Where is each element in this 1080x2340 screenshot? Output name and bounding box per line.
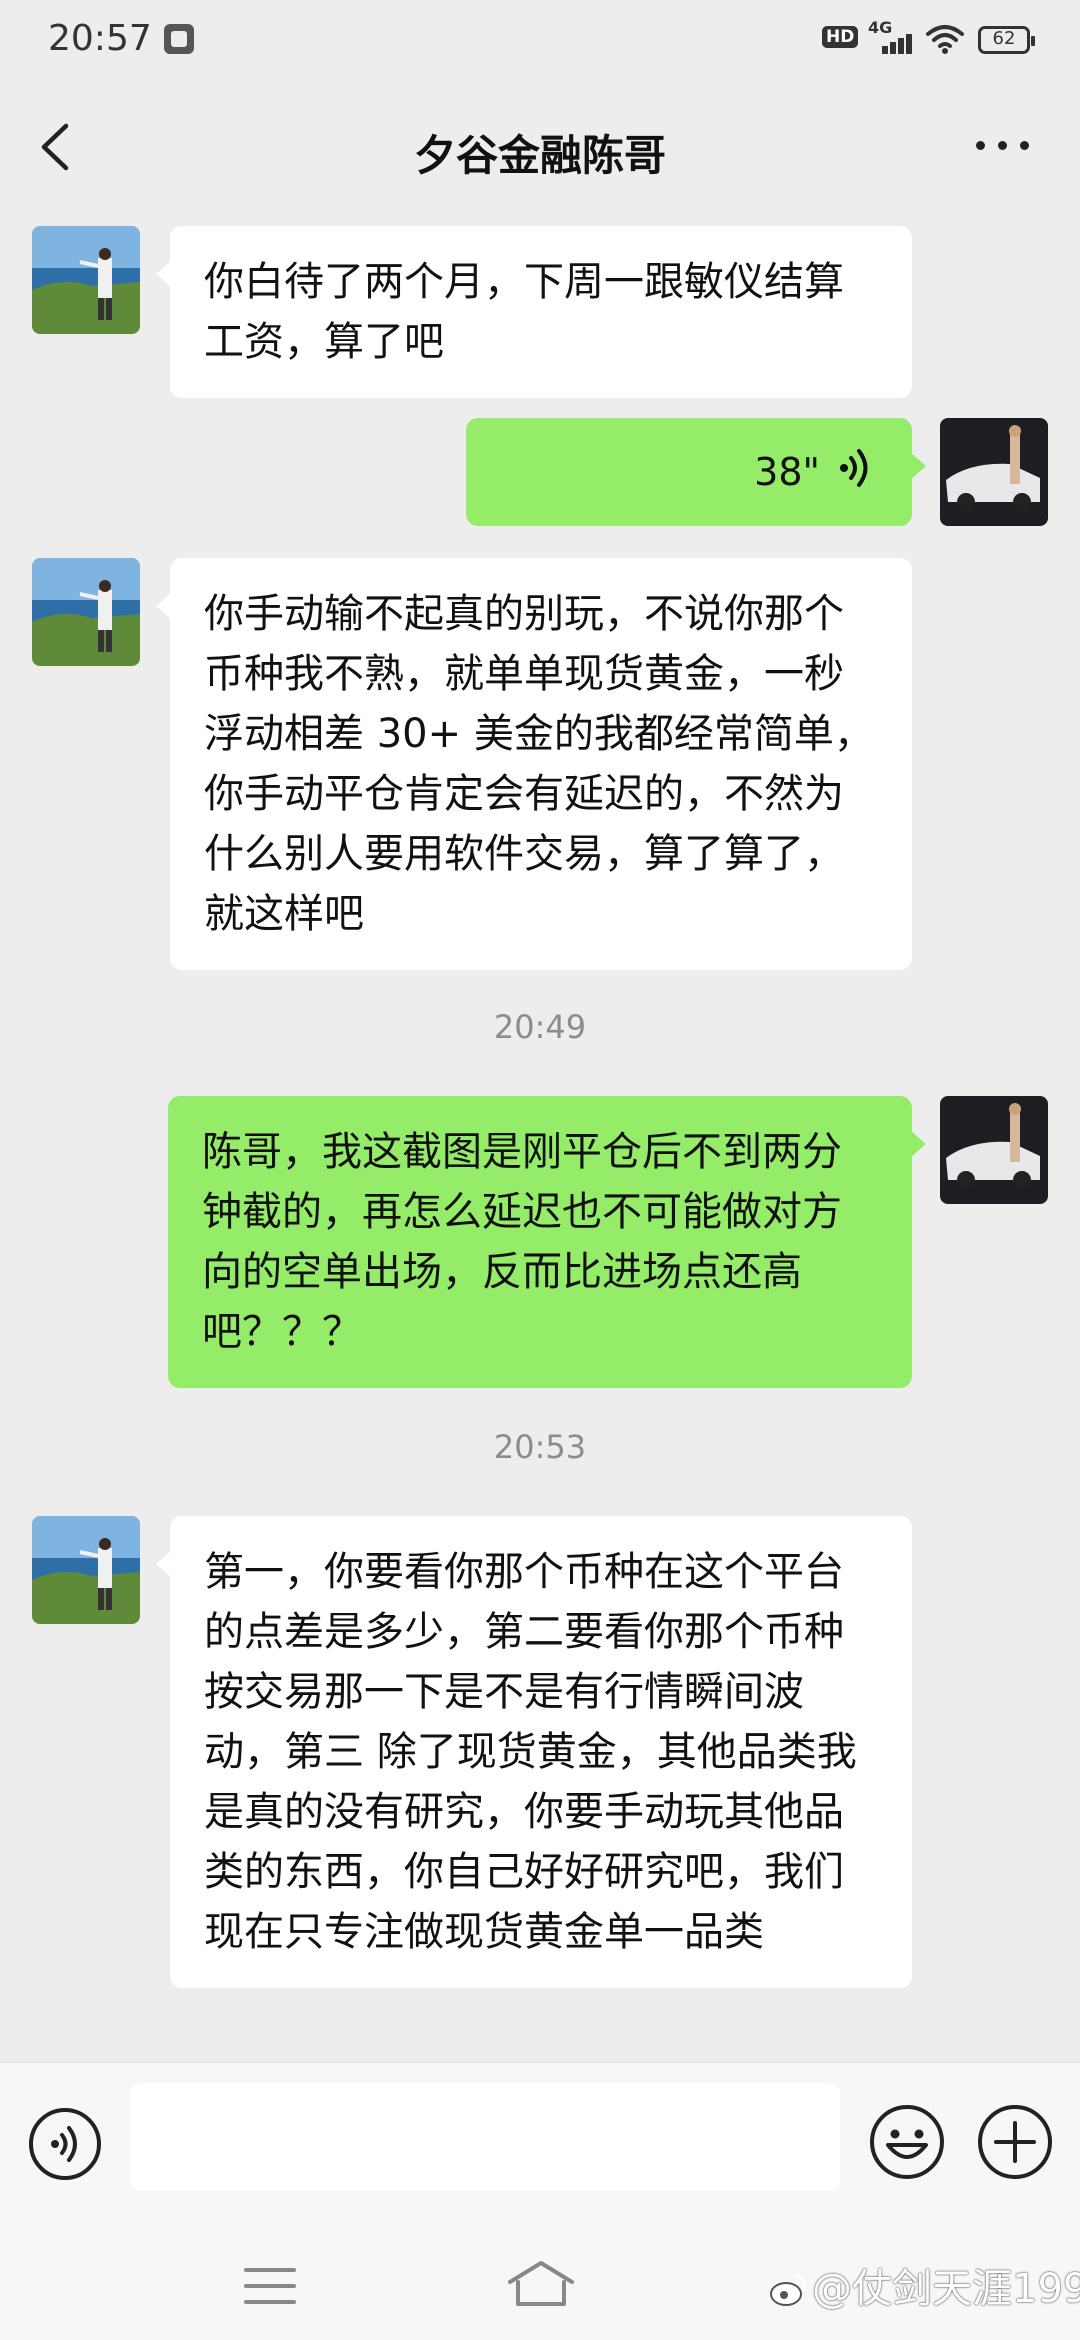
chat-title: 夕谷金融陈哥 [413,131,666,180]
notification-app-icon [164,24,194,54]
voice-wave-icon [840,449,868,487]
network-type-label: 4G [868,18,893,37]
add-icon[interactable] [976,2103,1054,2181]
battery-level: 62 [992,28,1016,49]
message-bubble-incoming[interactable]: 你白待了两个月，下周一跟敏仪结算工资，算了吧 [156,226,912,398]
more-icon[interactable] [976,138,1030,152]
signal-icon: 4G [868,18,914,58]
contact-avatar[interactable] [32,1516,140,1624]
self-avatar[interactable] [940,418,1048,526]
message-text: 陈哥，我这截图是刚平仓后不到两分钟截的，再怎么延迟也不可能做对方向的空单出场，反… [202,1129,842,1355]
watermark-text: @仗剑天涯1991 [812,2266,1080,2312]
battery-icon: 62 [978,26,1035,54]
message-bubble-outgoing[interactable]: 陈哥，我这截图是刚平仓后不到两分钟截的，再怎么延迟也不可能做对方向的空单出场，反… [168,1096,926,1388]
emoji-icon[interactable] [868,2103,946,2181]
nav-home-icon[interactable] [506,2260,576,2308]
status-time: 20:57 [48,18,152,59]
watermark: @仗剑天涯1991 [768,2256,1080,2314]
contact-avatar[interactable] [32,226,140,334]
wifi-icon [926,25,964,54]
message-bubble-incoming[interactable]: 第一，你要看你那个币种在这个平台的点差是多少，第二要看你那个币种按交易那一下是不… [156,1516,912,1988]
message-timestamp: 20:53 [493,1428,587,1466]
voice-duration: 38" [754,450,820,494]
chat-input-bar [0,2062,1080,2221]
message-timestamp: 20:49 [493,1008,587,1046]
voice-message-bubble[interactable]: 38" [466,418,926,526]
weibo-logo-icon [770,2274,806,2306]
message-input[interactable] [130,2083,840,2191]
contact-avatar[interactable] [32,558,140,666]
message-text: 第一，你要看你那个币种在这个平台的点差是多少，第二要看你那个币种按交易那一下是不… [204,1549,857,1955]
system-nav-bar: @仗剑天涯1991 [0,2220,1080,2340]
message-bubble-incoming[interactable]: 你手动输不起真的别玩，不说你那个币种我不熟，就单单现货黄金，一秒浮动相差 30+… [156,558,912,970]
message-text: 你白待了两个月，下周一跟敏仪结算工资，算了吧 [204,259,844,365]
self-avatar[interactable] [940,1096,1048,1204]
nav-menu-icon[interactable] [244,2266,296,2306]
hd-badge: HD [822,26,859,48]
chat-header: 夕谷金融陈哥 [0,80,1080,216]
message-text: 你手动输不起真的别玩，不说你那个币种我不熟，就单单现货黄金，一秒浮动相差 30+… [204,591,874,937]
voice-input-icon[interactable] [28,2107,102,2181]
status-bar: 20:57 HD 4G 62 [0,0,1080,80]
